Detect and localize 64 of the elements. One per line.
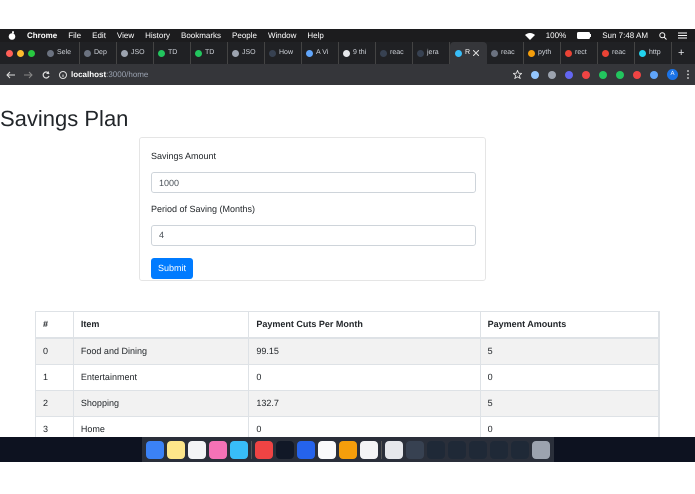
app-icon[interactable] [532,440,550,458]
extension-icon[interactable] [633,70,641,78]
app-icon[interactable] [188,440,206,458]
column-header: # [36,312,74,337]
table-cell: 132.7 [249,391,481,416]
zoom-window-icon[interactable] [28,50,35,56]
table-cell: Shopping [74,391,250,416]
menu-item[interactable]: View [116,30,134,42]
extension-icon[interactable] [531,70,539,78]
reload-icon[interactable] [42,70,50,78]
table-cell: 2 [36,391,74,416]
extension-icon[interactable] [616,70,624,78]
extension-icon[interactable] [599,70,607,78]
table-cell: 0 [36,339,74,364]
close-window-icon[interactable] [6,50,13,56]
menu-item[interactable]: Bookmarks [181,30,222,42]
back-icon[interactable] [6,70,15,78]
app-icon[interactable] [230,440,248,458]
column-header: Item [74,312,250,337]
minimize-window-icon[interactable] [17,50,24,56]
wifi-icon[interactable] [524,32,535,40]
battery-percent: 100% [546,30,566,42]
close-icon[interactable] [473,50,480,56]
submit-button[interactable]: Submit [151,258,194,280]
menu-item[interactable]: Help [307,30,324,42]
app-icon[interactable] [318,440,336,458]
apple-icon[interactable] [8,31,16,40]
input-field[interactable]: 4 [151,224,476,246]
table-cell: 5 [480,391,660,416]
extension-icon[interactable] [582,70,590,78]
extension-icon[interactable] [650,70,658,78]
battery-icon[interactable] [577,32,592,39]
page-title: Savings Plan [0,108,130,130]
table-cell: 99.15 [249,339,481,364]
menu-item[interactable]: History [145,30,170,42]
star-icon[interactable] [513,70,522,79]
app-icon[interactable] [338,440,356,458]
menu-clock[interactable]: Sun 7:48 AM [602,30,648,42]
column-header: Payment Cuts Per Month [249,312,481,337]
input-field[interactable]: 1000 [151,172,476,193]
table-cell: 1 [36,365,74,390]
menu-item[interactable]: File [68,30,82,42]
menu-item[interactable]: People [232,30,257,42]
list-icon[interactable] [678,32,687,39]
table-cell: Food and Dining [74,339,250,364]
app-icon[interactable] [384,440,402,458]
forward-icon[interactable] [24,70,33,78]
menu-item[interactable]: Window [268,30,296,42]
table-cell: Entertainment [74,365,250,390]
table-cell: 0 [249,365,481,390]
search-icon[interactable] [659,32,667,40]
field-label: Savings Amount [151,150,218,163]
address-field[interactable]: localhost:3000/home [59,68,504,80]
app-icon[interactable] [360,440,378,458]
menu-item[interactable]: Edit [92,30,106,42]
new-tab-button[interactable]: + [678,44,684,62]
table-cell: 5 [480,339,660,364]
column-header: Payment Amounts [480,312,660,337]
menu-item[interactable]: Chrome [27,30,58,42]
extension-icon[interactable] [548,70,556,78]
app-icon[interactable] [166,440,184,458]
field-label: Period of Saving (Months) [151,202,256,216]
info-icon [59,70,67,78]
table-cell: 0 [480,365,660,390]
